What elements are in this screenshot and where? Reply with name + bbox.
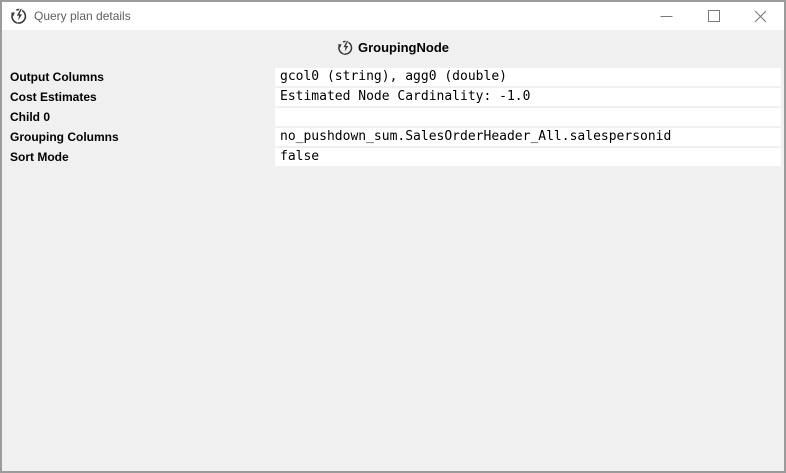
field-value[interactable]: no_pushdown_sum.SalesOrderHeader_All.sal… — [275, 128, 781, 146]
maximize-icon — [708, 10, 720, 22]
maximize-button[interactable] — [690, 2, 737, 30]
node-header: GroupingNode — [4, 40, 782, 56]
query-plan-details-window: Query plan details — [0, 0, 786, 473]
field-label: Sort Mode — [4, 148, 275, 166]
detail-row: Grouping Columnsno_pushdown_sum.SalesOrd… — [4, 128, 782, 146]
field-value[interactable] — [275, 108, 781, 126]
detail-row: Output Columnsgcol0 (string), agg0 (doub… — [4, 68, 782, 86]
detail-row: Child 0 — [4, 108, 782, 126]
field-list: Output Columnsgcol0 (string), agg0 (doub… — [4, 68, 782, 166]
close-icon — [754, 10, 767, 23]
field-label: Output Columns — [4, 68, 275, 86]
dialog-content: GroupingNode Output Columnsgcol0 (string… — [4, 32, 782, 469]
window-title: Query plan details — [34, 9, 131, 23]
close-button[interactable] — [737, 2, 784, 30]
detail-row: Sort Modefalse — [4, 148, 782, 166]
field-value[interactable]: false — [275, 148, 781, 166]
field-value[interactable]: gcol0 (string), agg0 (double) — [275, 68, 781, 86]
field-label: Child 0 — [4, 108, 275, 126]
field-label: Grouping Columns — [4, 128, 275, 146]
field-label: Cost Estimates — [4, 88, 275, 106]
node-title: GroupingNode — [358, 40, 449, 56]
field-value[interactable]: Estimated Node Cardinality: -1.0 — [275, 88, 781, 106]
detail-row: Cost EstimatesEstimated Node Cardinality… — [4, 88, 782, 106]
minimize-button[interactable] — [643, 2, 690, 30]
titlebar[interactable]: Query plan details — [2, 2, 784, 30]
minimize-icon — [660, 10, 673, 23]
window-controls — [643, 2, 784, 30]
plan-node-flash-icon — [10, 8, 27, 25]
node-type-icon — [337, 40, 353, 56]
